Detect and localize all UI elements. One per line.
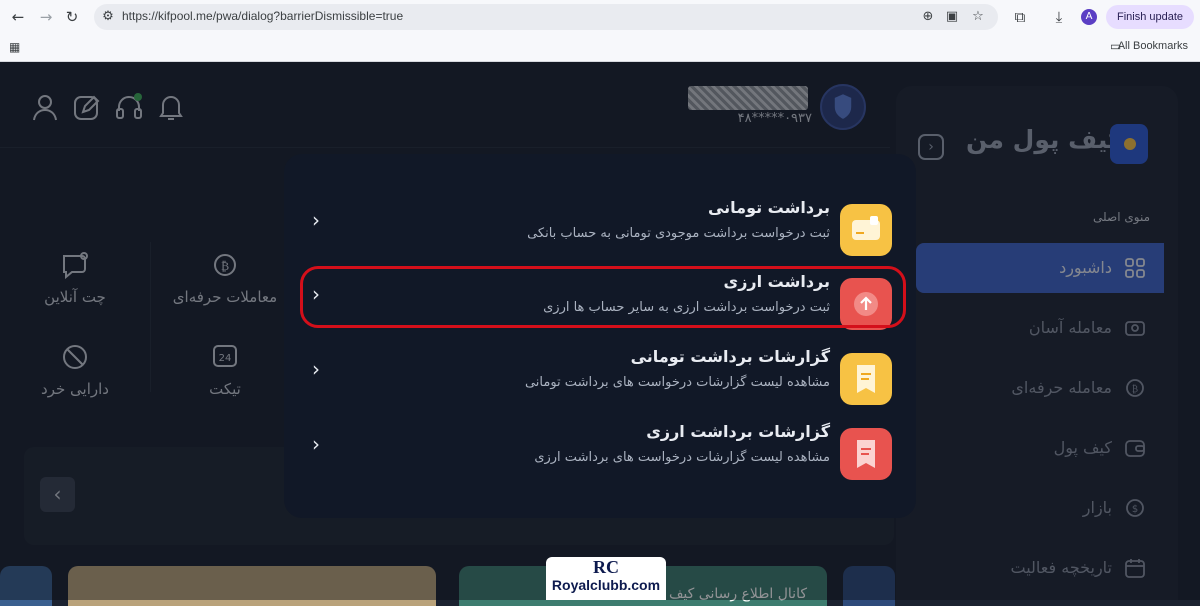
extensions-icon[interactable]: ⧉ [1010, 7, 1030, 27]
bookmarks-bar: ▦ ▭ All Bookmarks [0, 36, 1200, 60]
option-subtitle: مشاهده لیست گزارشات درخواست های برداشت ت… [524, 375, 830, 390]
zoom-icon[interactable]: ⊕ [920, 9, 936, 25]
install-app-icon[interactable]: ▣ [944, 9, 960, 25]
back-icon[interactable]: ← [8, 7, 28, 27]
option-toman-withdraw[interactable]: برداشت تومانی ثبت درخواست برداشت موجودی … [300, 198, 906, 260]
apps-grid-icon[interactable]: ▦ [9, 40, 20, 54]
all-bookmarks-link[interactable]: All Bookmarks [1118, 40, 1188, 52]
reload-icon[interactable]: ↻ [62, 7, 82, 27]
option-title: گزارشات برداشت ارزی [646, 422, 830, 441]
option-title: برداشت تومانی [707, 198, 830, 217]
option-crypto-reports[interactable]: گزارشات برداشت ارزی مشاهده لیست گزارشات … [300, 422, 906, 484]
profile-avatar[interactable]: A [1081, 9, 1097, 25]
watermark-logo: RC [593, 557, 619, 577]
chevron-left-icon: ‹ [312, 432, 320, 456]
option-subtitle: ثبت درخواست برداشت موجودی تومانی به حساب… [527, 226, 830, 241]
option-subtitle: مشاهده لیست گزارشات درخواست های برداشت ا… [534, 450, 830, 465]
address-bar[interactable]: ⚙ https://kifpool.me/pwa/dialog?barrierD… [94, 4, 998, 30]
download-icon[interactable]: ⤓ [1049, 7, 1069, 27]
bookmark-star-icon[interactable]: ☆ [970, 9, 986, 25]
chevron-left-icon: ‹ [312, 208, 320, 232]
option-title: گزارشات برداشت تومانی [630, 347, 830, 366]
crypto-report-icon [840, 428, 892, 480]
chevron-left-icon: ‹ [312, 357, 320, 381]
toman-report-icon [840, 353, 892, 405]
forward-icon[interactable]: → [36, 7, 56, 27]
watermark: RC Royalclubb.com [546, 557, 666, 600]
site-info-icon[interactable]: ⚙ [100, 9, 116, 25]
url-text[interactable]: https://kifpool.me/pwa/dialog?barrierDis… [122, 9, 403, 23]
toman-withdraw-icon [840, 204, 892, 256]
watermark-site: Royalclubb.com [551, 577, 661, 593]
finish-update-button[interactable]: Finish update [1106, 5, 1194, 29]
browser-chrome: ← → ↻ ⚙ https://kifpool.me/pwa/dialog?ba… [0, 0, 1200, 62]
option-toman-reports[interactable]: گزارشات برداشت تومانی مشاهده لیست گزارشا… [300, 347, 906, 409]
highlight-annotation [300, 266, 906, 328]
